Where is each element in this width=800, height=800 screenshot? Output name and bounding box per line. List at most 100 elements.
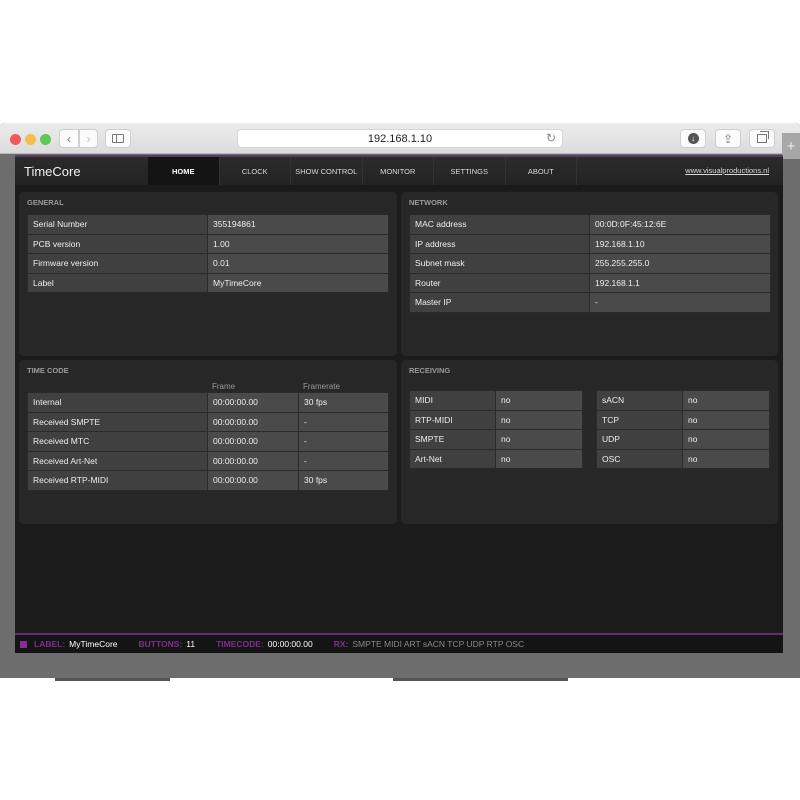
row-key: IP address xyxy=(409,233,590,254)
panel-title: RECEIVING xyxy=(409,366,451,375)
framerate-cell: 30 fps xyxy=(298,470,389,491)
browser-toolbar: ‹ › 192.168.1.10 ↻ ↓ ⇪ xyxy=(0,123,800,154)
status-buttons-key: BUTTONS: xyxy=(138,639,183,649)
source-cell: Received Art-Net xyxy=(27,450,208,471)
share-icon: ⇪ xyxy=(722,131,734,146)
vendor-link[interactable]: www.visualproductions.nl xyxy=(685,166,769,175)
table-row: IP address 192.168.1.10 xyxy=(409,233,771,254)
chevron-right-icon: › xyxy=(86,131,91,146)
close-window-button[interactable] xyxy=(10,134,21,145)
status-buttons-value: 11 xyxy=(186,639,196,649)
frame-cell: 00:00:00.00 xyxy=(207,470,299,491)
downloads-button[interactable]: ↓ xyxy=(680,129,706,148)
row-key: TCP xyxy=(596,409,683,430)
frame-cell: 00:00:00.00 xyxy=(207,392,299,413)
table-row: UDP no xyxy=(596,429,770,450)
row-value: no xyxy=(495,429,583,450)
table-row: Art-Net no xyxy=(409,448,583,469)
nav-tab-settings[interactable]: SETTINGS xyxy=(434,157,506,185)
status-timecode-key: TIMECODE: xyxy=(216,639,264,649)
table-row: Received RTP-MIDI 00:00:00.00 30 fps xyxy=(27,470,389,491)
general-table: Serial Number 355194861 PCB version 1.00 F… xyxy=(27,214,389,293)
nav-tab-clock[interactable]: CLOCK xyxy=(220,157,291,185)
address-bar[interactable]: 192.168.1.10 ↻ xyxy=(237,129,563,148)
row-value: no xyxy=(495,448,583,469)
chevron-left-icon: ‹ xyxy=(67,131,71,146)
timecode-panel: TIME CODE Frame Framerate Internal 00:00:… xyxy=(19,360,397,524)
frame-cell: 00:00:00.00 xyxy=(207,431,299,452)
page-viewport: TimeCore HOME CLOCK SHOW CONTROL MONITOR… xyxy=(15,155,783,653)
status-rx-key: RX: xyxy=(333,639,349,649)
sidebar-toggle-button[interactable] xyxy=(105,129,131,148)
nav-tab-monitor[interactable]: MONITOR xyxy=(363,157,434,185)
framerate-cell: - xyxy=(298,450,389,471)
table-row: TCP no xyxy=(596,409,770,430)
table-row: MAC address 00:0D:0F:45:12:6E xyxy=(409,214,771,235)
brand-logo: TimeCore xyxy=(24,164,81,179)
row-value: 355194861 xyxy=(207,214,389,235)
row-key: OSC xyxy=(596,448,683,469)
panel-title: NETWORK xyxy=(409,198,448,207)
nav-tab-about[interactable]: ABOUT xyxy=(506,157,577,185)
source-cell: Internal xyxy=(27,392,208,413)
framerate-cell: - xyxy=(298,431,389,452)
main-nav: HOME CLOCK SHOW CONTROL MONITOR SETTINGS… xyxy=(148,157,577,185)
table-row: Label MyTimeCore xyxy=(27,272,389,293)
row-value: no xyxy=(682,448,770,469)
table-row: Subnet mask 255.255.255.0 xyxy=(409,253,771,274)
row-key: UDP xyxy=(596,429,683,450)
table-row: Serial Number 355194861 xyxy=(27,214,389,235)
status-indicator-icon xyxy=(20,640,27,648)
minimize-window-button[interactable] xyxy=(25,134,36,145)
row-value: no xyxy=(682,429,770,450)
row-key: Firmware version xyxy=(27,253,208,274)
network-panel: NETWORK MAC address 00:0D:0F:45:12:6E IP … xyxy=(401,192,778,356)
background-window-edge xyxy=(55,678,170,681)
nav-tab-home[interactable]: HOME xyxy=(148,157,220,185)
table-row: RTP-MIDI no xyxy=(409,409,583,430)
row-key: Subnet mask xyxy=(409,253,590,274)
share-button[interactable]: ⇪ xyxy=(715,129,741,148)
row-key: MAC address xyxy=(409,214,590,235)
row-key: sACN xyxy=(596,390,683,411)
row-value: 192.168.1.10 xyxy=(589,233,771,254)
receiving-table-left: MIDI no RTP-MIDI no SMPTE no Art-Net no xyxy=(409,390,583,469)
nav-tab-show-control[interactable]: SHOW CONTROL xyxy=(291,157,363,185)
forward-button[interactable]: › xyxy=(79,129,98,148)
row-value: no xyxy=(682,409,770,430)
reload-icon[interactable]: ↻ xyxy=(546,131,556,145)
panel-title: TIME CODE xyxy=(27,366,69,375)
row-value: no xyxy=(495,390,583,411)
source-cell: Received SMPTE xyxy=(27,411,208,432)
row-value: no xyxy=(682,390,770,411)
back-button[interactable]: ‹ xyxy=(59,129,79,148)
timecode-table: Internal 00:00:00.00 30 fps Received SMPTE… xyxy=(27,392,389,491)
new-tab-button[interactable]: + xyxy=(782,133,800,159)
row-key: Serial Number xyxy=(27,214,208,235)
url-text: 192.168.1.10 xyxy=(367,132,433,145)
table-row: MIDI no xyxy=(409,390,583,411)
plus-icon: + xyxy=(786,137,796,155)
status-label-value: MyTimeCore xyxy=(69,639,118,649)
table-row: OSC no xyxy=(596,448,770,469)
sidebar-icon xyxy=(112,134,124,143)
row-key: SMPTE xyxy=(409,429,496,450)
general-panel: GENERAL Serial Number 355194861 PCB versi… xyxy=(19,192,397,356)
table-row: Master IP - xyxy=(409,292,771,313)
status-rx-items: SMPTE MIDI ART sACN TCP UDP RTP OSC xyxy=(352,639,525,649)
row-key: Router xyxy=(409,272,590,293)
row-value: 192.168.1.1 xyxy=(589,272,771,293)
table-row: sACN no xyxy=(596,390,770,411)
status-label-key: LABEL: xyxy=(34,639,66,649)
table-row: Received Art-Net 00:00:00.00- xyxy=(27,450,389,471)
row-key: MIDI xyxy=(409,390,496,411)
source-cell: Received RTP-MIDI xyxy=(27,470,208,491)
table-row: Router 192.168.1.1 xyxy=(409,272,771,293)
table-row: Internal 00:00:00.00 30 fps xyxy=(27,392,389,413)
maximize-window-button[interactable] xyxy=(40,134,51,145)
show-tabs-button[interactable] xyxy=(749,129,775,148)
row-value: 1.00 xyxy=(207,233,389,254)
table-row: Received SMPTE 00:00:00.00- xyxy=(27,411,389,432)
row-key: Master IP xyxy=(409,292,590,313)
frame-cell: 00:00:00.00 xyxy=(207,450,299,471)
